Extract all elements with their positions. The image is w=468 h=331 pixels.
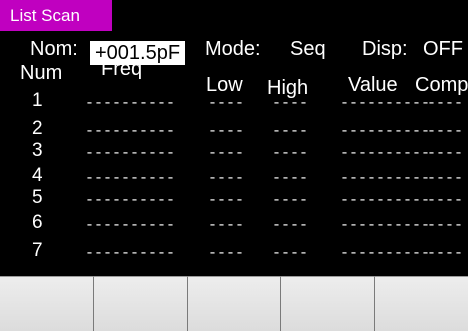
cell-high: ---- <box>272 192 309 209</box>
cell-value: ---------- <box>340 245 431 262</box>
cell-freq: ---------- <box>85 192 176 209</box>
softkey-1[interactable] <box>0 276 93 331</box>
cell-comp: ---- <box>427 95 464 112</box>
cell-high: ---- <box>272 95 309 112</box>
cell-comp: ---- <box>427 245 464 262</box>
table-row[interactable]: 4 ---------- ---- ---- ---------- ---- <box>0 165 468 188</box>
cell-freq: ---------- <box>85 170 176 187</box>
disp-value[interactable]: OFF <box>423 38 463 61</box>
cell-freq: ---------- <box>85 245 176 262</box>
cell-comp: ---- <box>427 217 464 234</box>
nom-label: Nom: <box>30 38 78 60</box>
cell-low: ---- <box>208 245 245 262</box>
row-num: 6 <box>32 212 43 233</box>
cell-value: ---------- <box>340 170 431 187</box>
cell-low: ---- <box>208 192 245 209</box>
row-num: 4 <box>32 165 43 186</box>
softkey-3[interactable] <box>186 276 281 331</box>
softkey-2[interactable] <box>92 276 187 331</box>
cell-comp: ---- <box>427 192 464 209</box>
table-row[interactable]: 7 ---------- ---- ---- ---------- ---- <box>0 240 468 263</box>
cell-value: ---------- <box>340 192 431 209</box>
mode-label: Mode: <box>205 38 261 60</box>
cell-freq: ---------- <box>85 95 176 112</box>
row-num: 3 <box>32 140 43 161</box>
table-row[interactable]: 5 ---------- ---- ---- ---------- ---- <box>0 187 468 210</box>
cell-comp: ---- <box>427 123 464 140</box>
cell-low: ---- <box>208 217 245 234</box>
cell-freq: ---------- <box>85 145 176 162</box>
cell-freq: ---------- <box>85 123 176 140</box>
row-num: 2 <box>32 118 43 139</box>
scan-settings-header: Nom: +001.5pF Mode: Seq Disp: OFF <box>0 38 468 68</box>
table-row[interactable]: 3 ---------- ---- ---- ---------- ---- <box>0 140 468 163</box>
cell-comp: ---- <box>427 145 464 162</box>
row-num: 7 <box>32 240 43 261</box>
cell-value: ---------- <box>340 145 431 162</box>
softkey-bar <box>0 276 468 331</box>
cell-low: ---- <box>208 145 245 162</box>
cell-high: ---- <box>272 217 309 234</box>
softkey-5[interactable] <box>374 276 468 331</box>
cell-value: ---------- <box>340 217 431 234</box>
disp-label: Disp: <box>362 38 408 60</box>
cell-low: ---- <box>208 123 245 140</box>
softkey-4[interactable] <box>280 276 375 331</box>
cell-high: ---- <box>272 145 309 162</box>
table-row[interactable]: 2 ---------- ---- ---- ---------- ---- <box>0 118 468 141</box>
cell-freq: ---------- <box>85 217 176 234</box>
row-num: 5 <box>32 187 43 208</box>
page-title: List Scan <box>0 0 112 31</box>
table-row[interactable]: 6 ---------- ---- ---- ---------- ---- <box>0 212 468 235</box>
cell-high: ---- <box>272 123 309 140</box>
column-freq-header: Freq <box>101 58 143 80</box>
cell-high: ---- <box>272 170 309 187</box>
table-row[interactable]: 1 ---------- ---- ---- ---------- ---- <box>0 90 468 113</box>
cell-low: ---- <box>208 95 245 112</box>
cell-comp: ---- <box>427 170 464 187</box>
cell-high: ---- <box>272 245 309 262</box>
mode-value[interactable]: Seq <box>290 38 326 61</box>
column-num-header: Num <box>20 62 63 84</box>
row-num: 1 <box>32 90 43 111</box>
cell-value: ---------- <box>340 95 431 112</box>
cell-value: ---------- <box>340 123 431 140</box>
cell-low: ---- <box>208 170 245 187</box>
